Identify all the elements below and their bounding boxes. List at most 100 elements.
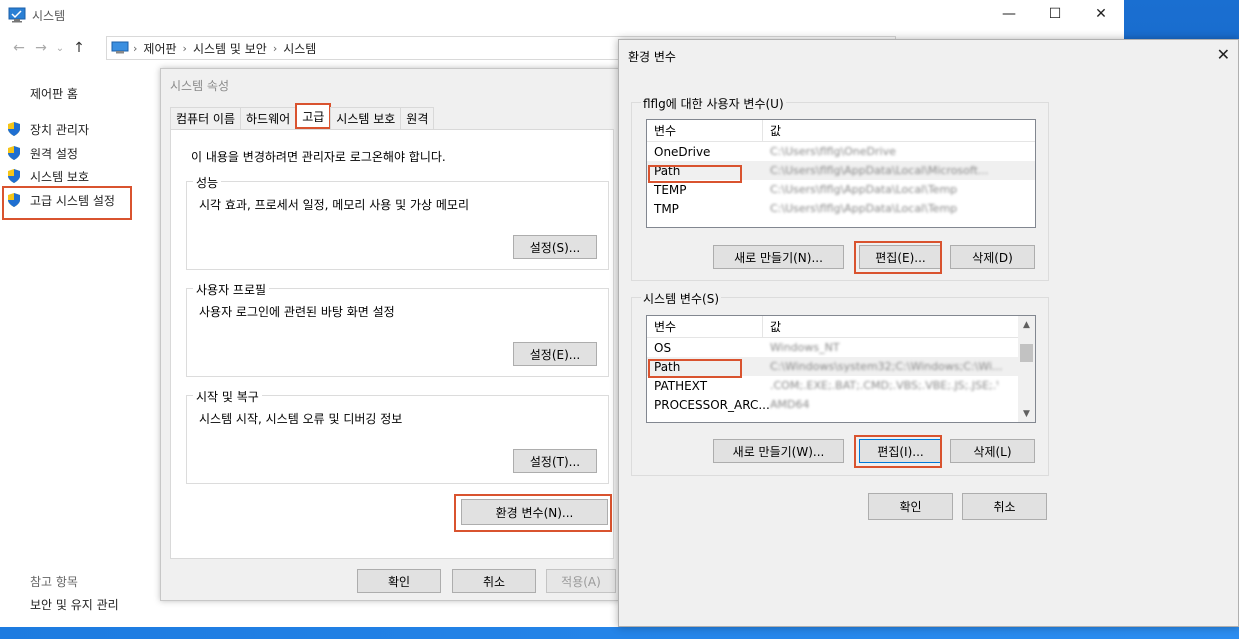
user-profiles-group: 사용자 프로필 사용자 로그인에 관련된 바탕 화면 설정 설정(E)... xyxy=(186,281,609,377)
system-variables-group: 시스템 변수(S) 변수 값 OS Windows_NT Path C:\Win… xyxy=(631,290,1049,476)
column-header-value[interactable]: 값 xyxy=(763,316,781,337)
highlight-box xyxy=(854,435,942,468)
cancel-button[interactable]: 취소 xyxy=(962,493,1047,520)
list-item[interactable]: OneDrive C:\Users\flflg\OneDrive xyxy=(647,142,1035,161)
admin-note: 이 내용을 변경하려면 관리자로 로그온해야 합니다. xyxy=(191,150,446,164)
highlight-box xyxy=(2,186,132,220)
cancel-button[interactable]: 취소 xyxy=(452,569,536,593)
close-button[interactable]: ✕ xyxy=(1078,0,1124,28)
window-title: 시스템 xyxy=(32,8,66,23)
group-title: 사용자 프로필 xyxy=(193,281,270,298)
scrollbar-thumb[interactable] xyxy=(1020,344,1033,362)
variable-value: Windows_NT xyxy=(770,341,840,354)
variable-value: .COM;.EXE;.BAT;.CMD;.VBS;.VBE;.JS;.JSE;.… xyxy=(770,379,998,392)
list-header: 변수 값 xyxy=(647,120,1035,142)
tab-hardware[interactable]: 하드웨어 xyxy=(240,107,297,129)
title-bar: 시스템 — ☐ ✕ xyxy=(0,0,1124,30)
recent-locations-button[interactable]: ⌄ xyxy=(52,43,68,54)
highlight-box xyxy=(648,359,742,378)
variable-value: AMD64 xyxy=(770,398,810,411)
list-item[interactable]: OS Windows_NT xyxy=(647,338,1018,357)
advanced-tab-panel: 이 내용을 변경하려면 관리자로 로그온해야 합니다. 성능 시각 효과, 프로… xyxy=(170,129,614,559)
variable-value: C:\Users\flflg\OneDrive xyxy=(770,145,896,158)
variable-value: C:\Users\flflg\AppData\Local\Temp xyxy=(770,202,958,215)
dialog-title: 환경 변수 xyxy=(628,50,676,64)
variable-name: OS xyxy=(654,340,672,355)
breadcrumb-separator: › xyxy=(133,41,138,55)
column-header-value[interactable]: 값 xyxy=(763,120,781,141)
computer-icon xyxy=(8,7,26,23)
group-description: 사용자 로그인에 관련된 바탕 화면 설정 xyxy=(199,305,395,319)
group-title: flflg에 대한 사용자 변수(U) xyxy=(641,95,786,112)
minimize-button[interactable]: — xyxy=(986,0,1032,28)
forward-button[interactable]: → xyxy=(30,40,52,56)
sidebar-item-system-protection[interactable]: 시스템 보호 xyxy=(6,165,89,187)
up-button[interactable]: ↑ xyxy=(68,40,90,56)
system-new-button[interactable]: 새로 만들기(W)... xyxy=(713,439,844,463)
dialog-title: 시스템 속성 xyxy=(170,79,230,93)
security-maintenance-link[interactable]: 보안 및 유지 관리 xyxy=(30,596,119,613)
shield-icon xyxy=(8,169,20,183)
highlight-box xyxy=(854,241,942,274)
group-description: 시스템 시작, 시스템 오류 및 디버깅 정보 xyxy=(199,412,403,426)
user-profiles-settings-button[interactable]: 설정(E)... xyxy=(513,342,597,366)
chevron-down-icon[interactable]: ▼ xyxy=(1018,405,1035,422)
list-item[interactable]: TMP C:\Users\flflg\AppData\Local\Temp xyxy=(647,199,1035,218)
variable-value: C:\Users\flflg\AppData\Local\Temp xyxy=(770,183,958,196)
apply-button[interactable]: 적용(A) xyxy=(546,569,616,593)
list-item[interactable]: PROCESSOR_ARC... AMD64 xyxy=(647,395,1018,414)
variable-value: C:\Users\flflg\AppData\Local\Microsoft..… xyxy=(770,164,989,177)
control-panel-home-link[interactable]: 제어판 홈 xyxy=(30,85,78,102)
variable-value: C:\Windows\system32;C:\Windows;C:\Wi... xyxy=(770,360,1003,373)
breadcrumb-separator: › xyxy=(272,41,278,55)
tab-system-protection[interactable]: 시스템 보호 xyxy=(330,107,402,129)
breadcrumb-system[interactable]: 시스템 xyxy=(283,40,316,57)
environment-variables-dialog: 환경 변수 ✕ flflg에 대한 사용자 변수(U) 변수 값 OneDriv… xyxy=(618,39,1239,627)
back-button[interactable]: ← xyxy=(8,40,30,56)
sidebar-item-device-manager[interactable]: 장치 관리자 xyxy=(6,118,89,140)
sidebar-item-label: 시스템 보호 xyxy=(30,169,90,184)
column-header-variable[interactable]: 변수 xyxy=(647,316,763,337)
tab-computer-name[interactable]: 컴퓨터 이름 xyxy=(170,107,242,129)
breadcrumb-control-panel[interactable]: 제어판 xyxy=(143,40,176,57)
ok-button[interactable]: 확인 xyxy=(868,493,953,520)
tab-advanced[interactable]: 고급 xyxy=(295,103,332,129)
group-title: 성능 xyxy=(193,174,222,191)
column-header-variable[interactable]: 변수 xyxy=(647,120,763,141)
sidebar-item-remote-settings[interactable]: 원격 설정 xyxy=(6,142,78,164)
taskbar xyxy=(0,627,1239,639)
performance-group: 성능 시각 효과, 프로세서 일정, 메모리 사용 및 가상 메모리 설정(S)… xyxy=(186,174,609,270)
system-delete-button[interactable]: 삭제(L) xyxy=(950,439,1035,463)
user-delete-button[interactable]: 삭제(D) xyxy=(950,245,1035,269)
sidebar-item-label: 장치 관리자 xyxy=(30,122,90,137)
group-title: 시스템 변수(S) xyxy=(641,290,721,307)
performance-settings-button[interactable]: 설정(S)... xyxy=(513,235,597,259)
vertical-scrollbar[interactable]: ▲ ▼ xyxy=(1018,316,1035,422)
highlight-box xyxy=(454,494,612,532)
group-description: 시각 효과, 프로세서 일정, 메모리 사용 및 가상 메모리 xyxy=(199,198,469,212)
list-item[interactable]: PATHEXT .COM;.EXE;.BAT;.CMD;.VBS;.VBE;.J… xyxy=(647,376,1018,395)
startup-recovery-settings-button[interactable]: 설정(T)... xyxy=(513,449,597,473)
variable-name: OneDrive xyxy=(654,144,711,159)
group-title: 시작 및 복구 xyxy=(193,388,262,405)
close-button[interactable]: ✕ xyxy=(1217,45,1230,64)
maximize-button[interactable]: ☐ xyxy=(1032,0,1078,28)
variable-name: TMP xyxy=(654,201,679,216)
startup-recovery-group: 시작 및 복구 시스템 시작, 시스템 오류 및 디버깅 정보 설정(T)... xyxy=(186,388,609,484)
user-variables-group: flflg에 대한 사용자 변수(U) 변수 값 OneDrive C:\Use… xyxy=(631,95,1049,281)
shield-icon xyxy=(8,122,20,136)
chevron-up-icon[interactable]: ▲ xyxy=(1018,316,1035,333)
variable-name: TEMP xyxy=(654,182,687,197)
highlight-box xyxy=(648,165,742,183)
system-properties-dialog: 시스템 속성 컴퓨터 이름 하드웨어 고급 시스템 보호 원격 이 내용을 변경… xyxy=(160,68,620,601)
user-new-button[interactable]: 새로 만들기(N)... xyxy=(713,245,844,269)
breadcrumb-separator: › xyxy=(182,41,187,55)
breadcrumb-system-security[interactable]: 시스템 및 보안 xyxy=(193,40,267,57)
variable-name: PROCESSOR_ARC... xyxy=(654,397,770,412)
list-header: 변수 값 xyxy=(647,316,1018,338)
ok-button[interactable]: 확인 xyxy=(357,569,441,593)
sidebar-item-label: 원격 설정 xyxy=(30,146,78,161)
tab-remote[interactable]: 원격 xyxy=(400,107,435,129)
computer-icon xyxy=(111,41,129,54)
shield-icon xyxy=(8,146,20,160)
